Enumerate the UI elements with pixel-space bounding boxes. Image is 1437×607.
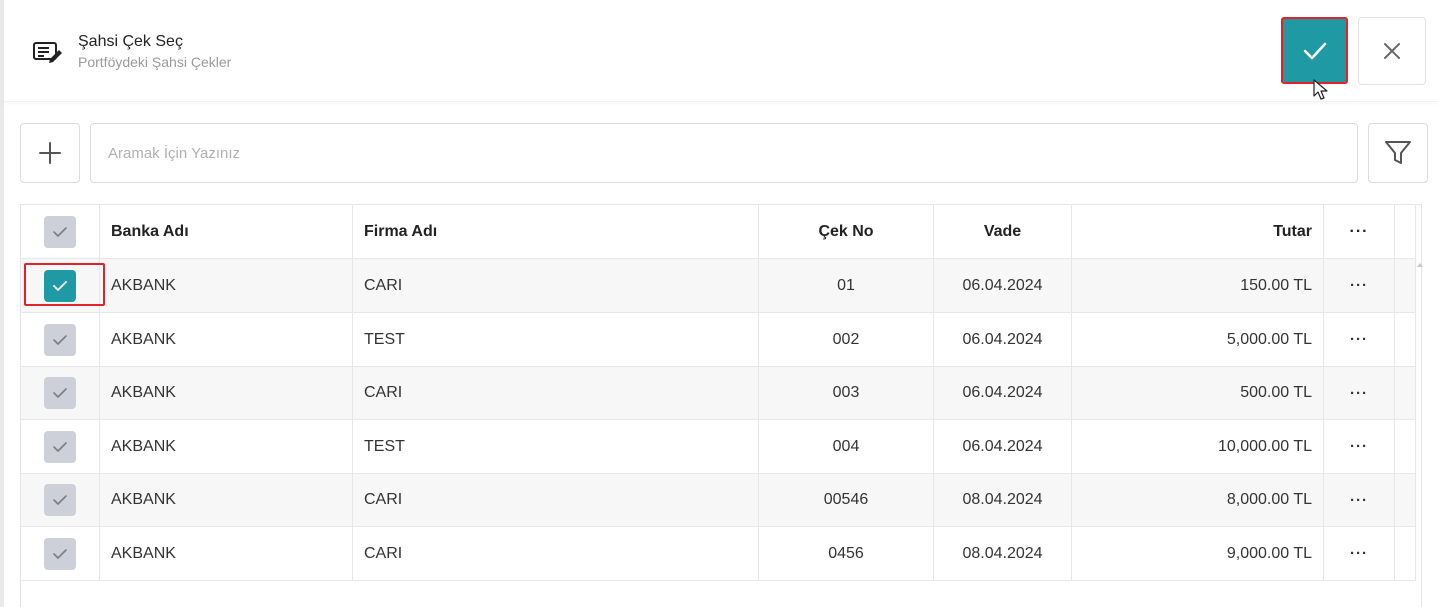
check-icon: [53, 548, 67, 559]
check-icon: [1303, 42, 1326, 59]
row-spacer: [1395, 259, 1416, 312]
cell-check-no: 00546: [759, 474, 934, 526]
cell-check-no: 004: [759, 420, 934, 473]
row-spacer: [1395, 474, 1416, 526]
header-select-all-cell: [21, 205, 100, 258]
table-row[interactable]: AKBANK CARI 00546 08.04.2024 8,000.00 TL…: [21, 474, 1416, 527]
close-button[interactable]: [1358, 17, 1426, 85]
row-checkbox[interactable]: [44, 323, 76, 356]
check-icon: [53, 334, 67, 345]
cell-firm: TEST: [353, 313, 759, 366]
cell-check-no: 0456: [759, 527, 934, 580]
filter-button[interactable]: [1368, 123, 1428, 183]
cell-firm: CARI: [353, 474, 759, 526]
cell-amount: 5,000.00 TL: [1072, 313, 1324, 366]
cell-firm: CARI: [353, 527, 759, 580]
check-icon: [53, 280, 67, 291]
note-edit-icon: [33, 42, 62, 63]
check-icon: [53, 441, 67, 452]
table-row[interactable]: AKBANK CARI 0456 08.04.2024 9,000.00 TL …: [21, 527, 1416, 581]
row-more-icon[interactable]: ···: [1324, 474, 1395, 526]
cell-due: 08.04.2024: [934, 527, 1072, 580]
column-header-bank[interactable]: Banka Adı: [100, 205, 353, 258]
column-header-more-icon[interactable]: ···: [1324, 205, 1395, 258]
table-row[interactable]: AKBANK TEST 004 06.04.2024 10,000.00 TL …: [21, 420, 1416, 474]
add-button[interactable]: [20, 123, 80, 183]
row-more-icon[interactable]: ···: [1324, 259, 1395, 312]
cell-bank: AKBANK: [100, 313, 353, 366]
dialog-page: Şahsi Çek Seç Portföydeki Şahsi Çekler A…: [0, 0, 1437, 607]
confirm-button[interactable]: [1281, 17, 1348, 84]
row-spacer: [1395, 420, 1416, 473]
search-input[interactable]: [91, 124, 1357, 182]
table-row[interactable]: AKBANK TEST 002 06.04.2024 5,000.00 TL ·…: [21, 313, 1416, 367]
cell-firm: CARI: [353, 367, 759, 419]
dialog-header: Şahsi Çek Seç Portföydeki Şahsi Çekler: [4, 0, 1437, 102]
plus-icon: [39, 142, 61, 164]
cell-amount: 8,000.00 TL: [1072, 474, 1324, 526]
column-header-firm[interactable]: Firma Adı: [353, 205, 759, 258]
table-row[interactable]: AKBANK CARI 003 06.04.2024 500.00 TL ···: [21, 367, 1416, 420]
row-spacer: [1395, 527, 1416, 580]
row-select-cell: [21, 420, 100, 473]
cell-check-no: 003: [759, 367, 934, 419]
search-box: [90, 123, 1358, 183]
cell-amount: 150.00 TL: [1072, 259, 1324, 312]
cell-due: 06.04.2024: [934, 313, 1072, 366]
column-header-due[interactable]: Vade: [934, 205, 1072, 258]
row-checkbox[interactable]: [44, 269, 76, 302]
column-header-amount[interactable]: Tutar: [1072, 205, 1324, 258]
cell-bank: AKBANK: [100, 420, 353, 473]
cell-bank: AKBANK: [100, 367, 353, 419]
cell-firm: TEST: [353, 420, 759, 473]
check-icon: [53, 495, 67, 505]
cell-due: 06.04.2024: [934, 367, 1072, 419]
row-select-cell: [21, 474, 100, 526]
dialog-title: Şahsi Çek Seç: [78, 33, 183, 50]
row-more-icon[interactable]: ···: [1324, 367, 1395, 419]
cell-bank: AKBANK: [100, 259, 353, 312]
cell-check-no: 002: [759, 313, 934, 366]
cell-amount: 500.00 TL: [1072, 367, 1324, 419]
cell-bank: AKBANK: [100, 527, 353, 580]
cell-bank: AKBANK: [100, 474, 353, 526]
table-row[interactable]: AKBANK CARI 01 06.04.2024 150.00 TL ···: [21, 259, 1416, 313]
cell-check-no: 01: [759, 259, 934, 312]
row-checkbox[interactable]: [44, 377, 76, 409]
row-spacer: [1395, 313, 1416, 366]
cell-amount: 9,000.00 TL: [1072, 527, 1324, 580]
table-header-row: Banka Adı Firma Adı Çek No Vade Tutar ··…: [21, 205, 1416, 259]
cell-due: 06.04.2024: [934, 259, 1072, 312]
row-spacer: [1395, 367, 1416, 419]
cell-firm: CARI: [353, 259, 759, 312]
row-more-icon[interactable]: ···: [1324, 527, 1395, 580]
checks-table: Banka Adı Firma Adı Çek No Vade Tutar ··…: [20, 204, 1423, 607]
cell-due: 06.04.2024: [934, 420, 1072, 473]
row-select-cell: [21, 527, 100, 580]
check-icon: [53, 226, 67, 237]
cell-amount: 10,000.00 TL: [1072, 420, 1324, 473]
cell-due: 08.04.2024: [934, 474, 1072, 526]
dialog-subtitle: Portföydeki Şahsi Çekler: [78, 54, 232, 70]
row-select-cell: [21, 313, 100, 366]
row-checkbox[interactable]: [44, 537, 76, 570]
column-header-check-no[interactable]: Çek No: [759, 205, 934, 258]
mouse-cursor-icon: [1313, 79, 1328, 100]
row-select-cell: [21, 367, 100, 419]
row-checkbox[interactable]: [44, 430, 76, 463]
row-more-icon[interactable]: ···: [1324, 420, 1395, 473]
row-more-icon[interactable]: ···: [1324, 313, 1395, 366]
column-header-spacer: [1395, 205, 1416, 258]
check-icon: [53, 388, 67, 398]
select-all-checkbox[interactable]: [44, 215, 76, 248]
close-icon: [1384, 43, 1400, 59]
scroll-up-arrow-icon[interactable]: [1417, 262, 1423, 268]
row-select-cell: [21, 259, 100, 312]
row-checkbox[interactable]: [44, 484, 76, 516]
filter-icon: [1385, 141, 1411, 164]
table-body[interactable]: AKBANK CARI 01 06.04.2024 150.00 TL ··· …: [21, 259, 1416, 581]
